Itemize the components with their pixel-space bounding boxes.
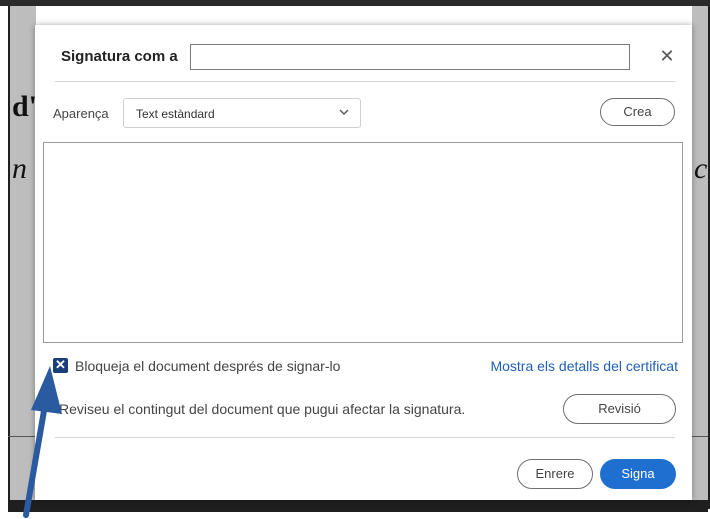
signer-name-input[interactable] [190, 44, 630, 70]
close-icon[interactable]: ✕ [658, 47, 676, 65]
window-top-bar [0, 0, 710, 6]
sign-button[interactable]: Signa [600, 459, 676, 489]
review-button[interactable]: Revisió [563, 394, 676, 424]
signature-preview-area [43, 142, 683, 343]
background-text-fragment: n [12, 152, 27, 185]
divider [55, 81, 675, 82]
sign-as-dialog: Signatura com a ✕ Aparença Text estàndar… [35, 25, 692, 500]
divider [55, 437, 675, 438]
back-button[interactable]: Enrere [517, 459, 593, 489]
appearance-selected-value: Text estàndard [136, 107, 215, 121]
checkmark-icon: ✕ [55, 357, 66, 372]
background-rule [8, 436, 36, 437]
dialog-footer: Enrere Signa [515, 459, 677, 491]
chevron-down-icon [338, 106, 350, 121]
background-frame-left [8, 6, 36, 509]
show-certificate-details-link[interactable]: Mostra els detalls del certificat [490, 358, 678, 374]
background-frame-bottom [8, 500, 708, 512]
title-row: Signatura com a [55, 44, 675, 74]
create-button[interactable]: Crea [600, 98, 675, 126]
dialog-title: Signatura com a [61, 48, 178, 65]
review-description: Reviseu el contingut del document que pu… [59, 401, 466, 417]
background-text-fragment: d' [12, 90, 38, 123]
background-frame-right [692, 6, 710, 509]
lock-document-checkbox[interactable]: ✕ [53, 357, 68, 373]
background-text-fragment: c [694, 152, 708, 185]
appearance-row: Aparença Text estàndard Crea [53, 98, 678, 130]
review-row: Reviseu el contingut del document que pu… [53, 393, 678, 425]
lock-document-row: ✕ Bloqueja el document després de signar… [53, 355, 678, 377]
appearance-label: Aparença [53, 106, 109, 121]
lock-document-label: Bloqueja el document després de signar-l… [75, 358, 341, 374]
appearance-dropdown[interactable]: Text estàndard [123, 98, 361, 128]
background-rule [692, 436, 708, 437]
